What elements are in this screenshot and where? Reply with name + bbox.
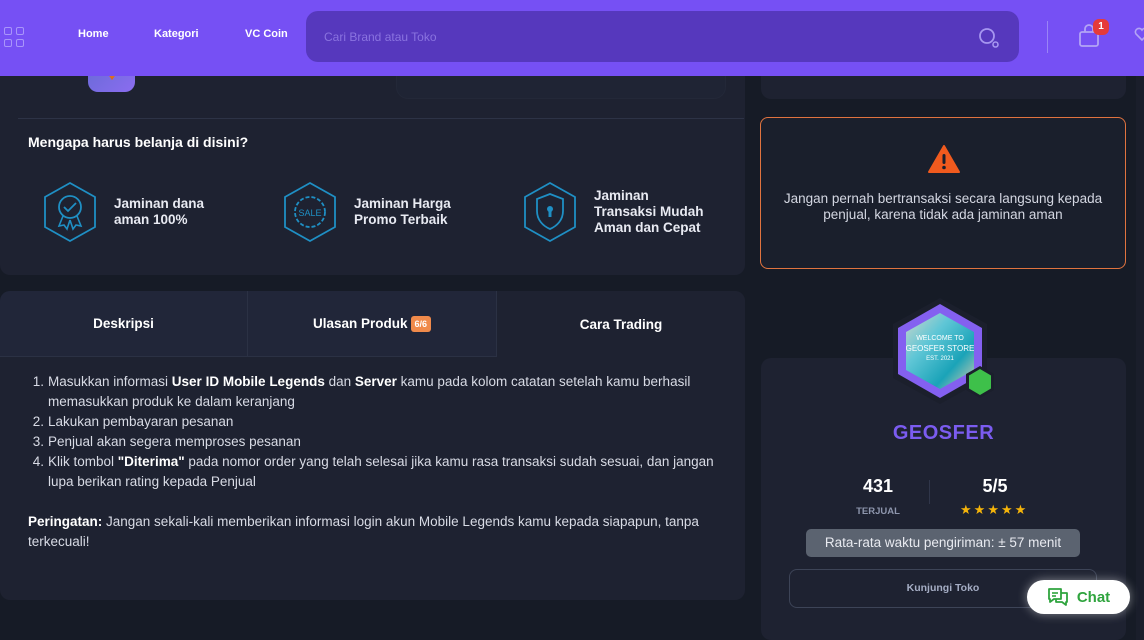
- step-number: 1.: [32, 374, 44, 389]
- feature-label-line: Promo Terbaik: [354, 212, 448, 227]
- star-icon: ★: [1000, 502, 1013, 517]
- step-item: 2. Lakukan pembayaran pesanan: [28, 412, 728, 432]
- nav-home[interactable]: Home: [78, 28, 109, 40]
- star-icon: ★: [1014, 502, 1027, 517]
- store-avatar[interactable]: WELCOME TO GEOSFER STORE EST. 2021: [885, 296, 995, 406]
- apps-grid-icon[interactable]: [4, 27, 24, 47]
- avatar-text-line: GEOSFER STORE: [906, 344, 975, 353]
- tab-bar: Deskripsi Ulasan Produk 6/6 Cara Trading: [0, 291, 745, 357]
- search-bar: [306, 11, 1019, 62]
- page-edge: [1136, 76, 1144, 640]
- search-icon[interactable]: [978, 27, 1000, 49]
- tab-cara-trading[interactable]: Cara Trading: [497, 291, 745, 357]
- step-item: 1. Masukkan informasi User ID Mobile Leg…: [28, 372, 728, 412]
- review-count-badge: 6/6: [410, 315, 432, 332]
- section-divider: [18, 118, 744, 119]
- tab-deskripsi[interactable]: Deskripsi: [0, 291, 248, 357]
- rating-stars: ★ ★ ★ ★ ★: [960, 503, 1026, 516]
- search-input[interactable]: [324, 26, 944, 48]
- stats-divider: [929, 480, 930, 504]
- avatar-text-line: EST. 2021: [926, 356, 954, 362]
- step-item: 3. Penjual akan segera memproses pesanan: [28, 432, 728, 452]
- why-shop-title: Mengapa harus belanja di disini?: [28, 134, 249, 150]
- store-rating: 5/5: [982, 476, 1008, 496]
- feature-label-line: Jaminan: [594, 188, 649, 203]
- wishlist-heart-icon[interactable]: [1134, 26, 1144, 42]
- product-detail-box: [396, 76, 726, 99]
- feature-label-line: Jaminan Harga: [354, 196, 451, 211]
- step-number: 2.: [32, 414, 44, 429]
- warning-triangle-icon: [928, 145, 960, 173]
- nav-kategori[interactable]: Kategori: [154, 28, 199, 40]
- tab-label: Cara Trading: [579, 316, 663, 332]
- warning-label: Peringatan:: [28, 514, 103, 529]
- feature-label-line: Aman dan Cepat: [594, 220, 701, 235]
- avg-shipping-time: Rata-rata waktu pengiriman: ± 57 menit: [806, 529, 1080, 557]
- sale-text: SALE: [298, 208, 321, 218]
- tab-label: Ulasan Produk: [312, 316, 408, 331]
- star-icon: ★: [973, 502, 986, 517]
- star-icon: ★: [987, 502, 999, 517]
- sale-badge-icon: SALE: [284, 181, 336, 243]
- avatar-text-line: WELCOME TO: [916, 335, 964, 342]
- store-avatar-image: WELCOME TO GEOSFER STORE EST. 2021: [893, 298, 994, 404]
- safety-warning-box: Jangan pernah bertransaksi secara langsu…: [760, 117, 1126, 269]
- safety-warning-text: Jangan pernah bertransaksi secara langsu…: [783, 191, 1103, 222]
- store-name[interactable]: GEOSFER: [761, 422, 1126, 445]
- star-icon: ★: [960, 502, 972, 517]
- chat-button[interactable]: Chat: [1027, 580, 1130, 614]
- feature-label-line: Transaksi Mudah: [594, 204, 704, 219]
- shield-lock-icon: [524, 181, 576, 243]
- warning-text: Jangan sekali-kali memberikan informasi …: [28, 514, 699, 549]
- header-divider: [1047, 21, 1048, 53]
- product-tabs-panel: Deskripsi Ulasan Produk 6/6 Cara Trading…: [0, 291, 745, 600]
- feature-promo-price: SALE Jaminan Harga Promo Terbaik: [282, 180, 451, 244]
- award-ribbon-icon: [44, 181, 96, 243]
- cart-count-badge: 1: [1093, 19, 1109, 35]
- chat-bubble-icon: [1047, 588, 1068, 606]
- feature-fund-guarantee: Jaminan dana aman 100%: [42, 180, 204, 244]
- sold-count: 431: [862, 476, 894, 496]
- trading-steps-list: 1. Masukkan informasi User ID Mobile Leg…: [28, 372, 728, 492]
- chat-label: Chat: [1076, 588, 1111, 606]
- tab-ulasan-produk[interactable]: Ulasan Produk 6/6: [248, 291, 497, 357]
- step-text: Penjual akan segera memproses pesanan: [48, 434, 301, 449]
- feature-label-line: aman 100%: [114, 212, 188, 227]
- sold-label: TERJUAL: [856, 506, 900, 517]
- nav-vc-coin[interactable]: VC Coin: [245, 28, 288, 40]
- login-warning-note: Peringatan: Jangan sekali-kali memberika…: [28, 512, 728, 552]
- step-number: 3.: [32, 434, 44, 449]
- step-number: 4.: [32, 454, 44, 469]
- feature-label-line: Jaminan dana: [114, 196, 205, 211]
- feature-safe-transaction: Jaminan Transaksi Mudah Aman dan Cepat: [522, 180, 704, 244]
- top-navbar: Home Kategori VC Coin 1: [0, 0, 1144, 76]
- step-text: Lakukan pembayaran pesanan: [48, 414, 234, 429]
- step-item: 4. Klik tombol "Diterima" pada nomor ord…: [28, 452, 728, 492]
- tab-label: Deskripsi: [93, 316, 154, 331]
